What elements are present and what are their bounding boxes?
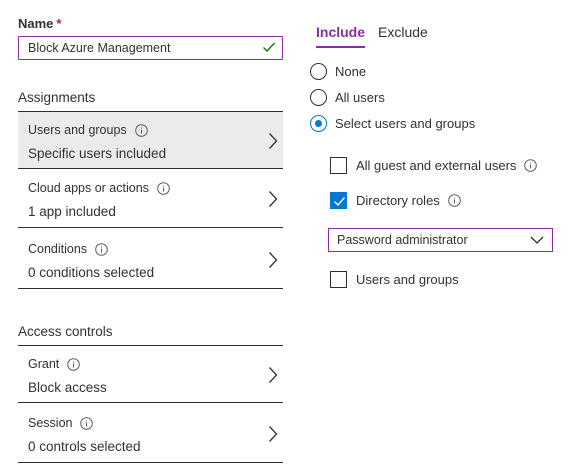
assignment-subtitle: 0 conditions selected bbox=[28, 265, 155, 280]
checkbox-label: All guest and external users bbox=[356, 158, 517, 173]
radio-all-users[interactable]: All users bbox=[310, 89, 385, 106]
radio-button[interactable] bbox=[310, 89, 327, 106]
access-control-title-text: Session bbox=[28, 416, 73, 430]
tab-exclude-label[interactable]: Exclude bbox=[378, 24, 428, 40]
chevron-right-icon bbox=[269, 367, 278, 383]
directory-roles-dropdown[interactable]: Password administrator bbox=[328, 228, 553, 252]
info-icon[interactable] bbox=[80, 416, 94, 430]
access-control-grant[interactable]: Grant Block access bbox=[18, 345, 283, 403]
access-control-subtitle: Block access bbox=[28, 380, 107, 395]
radio-label: All users bbox=[335, 90, 385, 105]
chevron-down-icon bbox=[530, 236, 544, 244]
assignment-title: Conditions bbox=[28, 242, 108, 256]
assignment-subtitle: 1 app included bbox=[28, 204, 116, 219]
access-control-title-text: Grant bbox=[28, 357, 60, 371]
dropdown-selected-value[interactable]: Password administrator bbox=[337, 233, 468, 247]
checkbox[interactable] bbox=[330, 157, 347, 174]
assignments-title: Assignments bbox=[18, 90, 96, 105]
checkbox-label: Users and groups bbox=[356, 272, 459, 287]
name-input[interactable]: Block Azure Management bbox=[18, 36, 283, 60]
info-icon[interactable] bbox=[157, 181, 170, 195]
name-label-text: Name bbox=[18, 16, 54, 31]
chevron-right-icon bbox=[269, 133, 278, 149]
chevron-right-icon bbox=[269, 191, 278, 207]
access-control-session[interactable]: Session 0 controls selected bbox=[18, 405, 283, 463]
radio-button[interactable] bbox=[310, 63, 327, 80]
name-label: Name * bbox=[18, 16, 61, 31]
assignment-cloud-apps[interactable]: Cloud apps or actions 1 app included bbox=[18, 170, 283, 228]
assignment-title: Cloud apps or actions bbox=[28, 181, 170, 195]
info-icon[interactable] bbox=[524, 159, 538, 172]
radio-none[interactable]: None bbox=[310, 63, 366, 80]
assignment-title-text: Cloud apps or actions bbox=[28, 181, 149, 195]
tab-include-label[interactable]: Include bbox=[316, 24, 365, 40]
checkbox-users-and-groups[interactable]: Users and groups bbox=[330, 271, 459, 288]
tab-include[interactable]: Include bbox=[316, 24, 366, 48]
chevron-right-icon bbox=[269, 252, 278, 268]
name-input-value[interactable]: Block Azure Management bbox=[28, 41, 170, 55]
tab-active-underline bbox=[316, 46, 366, 48]
info-icon[interactable] bbox=[447, 194, 461, 207]
radio-button[interactable] bbox=[310, 115, 327, 132]
required-marker: * bbox=[56, 16, 62, 31]
assignment-subtitle: Specific users included bbox=[28, 146, 167, 161]
assignment-users-and-groups[interactable]: Users and groups Specific users included bbox=[18, 111, 283, 169]
radio-select-users-and-groups[interactable]: Select users and groups bbox=[310, 115, 475, 132]
valid-check-icon bbox=[263, 42, 276, 53]
assignment-title-text: Conditions bbox=[28, 242, 88, 256]
access-controls-title: Access controls bbox=[18, 324, 113, 339]
access-control-subtitle: 0 controls selected bbox=[28, 439, 141, 454]
access-control-title: Grant bbox=[28, 357, 81, 371]
radio-label: Select users and groups bbox=[335, 116, 476, 131]
assignment-conditions[interactable]: Conditions 0 conditions selected bbox=[18, 231, 283, 289]
checkmark-icon bbox=[334, 197, 346, 207]
tab-exclude[interactable]: Exclude bbox=[378, 24, 428, 40]
info-icon[interactable] bbox=[95, 242, 108, 256]
checkbox[interactable] bbox=[330, 271, 347, 288]
radio-label: None bbox=[335, 64, 367, 79]
checkbox-all-guest-external[interactable]: All guest and external users bbox=[330, 157, 538, 174]
chevron-right-icon bbox=[269, 426, 278, 442]
access-control-title: Session bbox=[28, 416, 94, 430]
info-icon[interactable] bbox=[134, 123, 148, 137]
info-icon[interactable] bbox=[67, 357, 81, 371]
checkbox-label: Directory roles bbox=[356, 193, 440, 208]
checkbox-directory-roles[interactable]: Directory roles bbox=[330, 192, 461, 209]
assignment-title: Users and groups bbox=[28, 123, 148, 137]
assignment-title-text: Users and groups bbox=[28, 123, 127, 137]
users-and-groups-panel: Include Exclude None All users Select us… bbox=[310, 0, 574, 475]
checkbox[interactable] bbox=[330, 192, 347, 209]
